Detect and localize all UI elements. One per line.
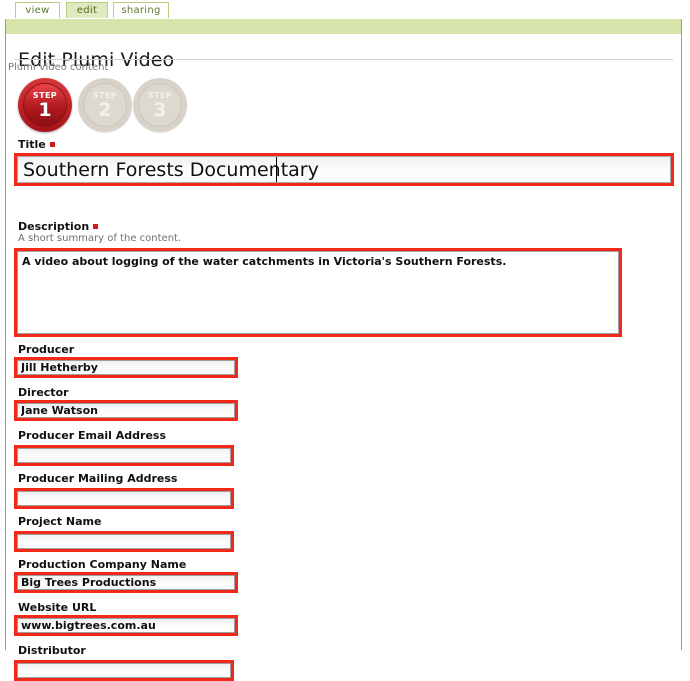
tab-edit-label: edit (76, 5, 98, 16)
producer-email-input-highlight (14, 445, 234, 466)
title-label-text: Title (18, 138, 46, 151)
description-textarea[interactable] (17, 251, 619, 334)
edit-form-panel: Edit Plumi Video Plumi Video content STE… (5, 34, 682, 681)
field-producer-mailing-address: Producer Mailing Address (14, 472, 258, 509)
producer-input[interactable] (17, 360, 235, 375)
field-production-company-name: Production Company Name (14, 558, 258, 593)
project-name-label: Project Name (18, 515, 102, 528)
project-name-input[interactable] (17, 534, 231, 549)
wizard-step-2[interactable]: STEP 2 (78, 78, 132, 132)
website-url-label: Website URL (18, 601, 97, 614)
distributor-input-highlight (14, 660, 234, 681)
producer-email-input[interactable] (17, 448, 231, 463)
step-3-number: 3 (153, 99, 167, 121)
producer-mailing-input[interactable] (17, 491, 231, 506)
title-input-highlight (14, 153, 674, 186)
toolbar-band (5, 19, 682, 34)
field-title: Title (14, 138, 678, 186)
producer-mailing-input-highlight (14, 488, 234, 509)
project-name-input-highlight (14, 531, 234, 552)
producer-email-label: Producer Email Address (18, 429, 166, 442)
distributor-input[interactable] (17, 663, 231, 678)
wizard-step-3[interactable]: STEP 3 (133, 78, 187, 132)
description-hint: A short summary of the content. (18, 233, 182, 244)
field-director: Director (14, 386, 258, 421)
tab-sharing[interactable]: sharing (113, 2, 169, 18)
step-1-number: 1 (38, 99, 52, 121)
producer-label: Producer (18, 343, 75, 356)
producer-mailing-label: Producer Mailing Address (18, 472, 178, 485)
wizard-step-1[interactable]: STEP 1 (18, 78, 72, 132)
distributor-label: Distributor (18, 644, 86, 657)
text-caret (276, 157, 277, 182)
title-divider (15, 59, 673, 60)
content-type-label: Plumi Video content (8, 62, 109, 73)
production-company-input-highlight (14, 572, 238, 593)
tab-view[interactable]: view (15, 2, 60, 18)
tab-edit[interactable]: edit (66, 2, 108, 18)
field-producer-email: Producer Email Address (14, 429, 258, 466)
field-producer: Producer (14, 343, 258, 378)
tab-view-label: view (25, 5, 50, 16)
field-project-name: Project Name (14, 515, 258, 552)
website-url-input-highlight (14, 615, 238, 636)
director-label: Director (18, 386, 69, 399)
producer-input-highlight (14, 357, 238, 378)
field-distributor: Distributor (14, 644, 258, 681)
field-website-url: Website URL (14, 601, 258, 636)
description-label-text: Description (18, 220, 90, 233)
description-textarea-highlight (14, 248, 622, 337)
required-marker-icon (49, 142, 55, 147)
required-marker-icon (93, 224, 99, 229)
director-input-highlight (14, 400, 238, 421)
description-label: Description (18, 220, 678, 233)
website-url-input[interactable] (17, 618, 235, 633)
title-input[interactable] (17, 156, 671, 183)
production-company-input[interactable] (17, 575, 235, 590)
title-label: Title (18, 138, 678, 151)
director-input[interactable] (17, 403, 235, 418)
production-company-label: Production Company Name (18, 558, 187, 571)
content-tabs: view edit sharing (0, 0, 690, 19)
tab-sharing-label: sharing (121, 5, 161, 16)
field-description: Description A short summary of the conte… (14, 220, 678, 337)
step-2-number: 2 (98, 99, 112, 121)
